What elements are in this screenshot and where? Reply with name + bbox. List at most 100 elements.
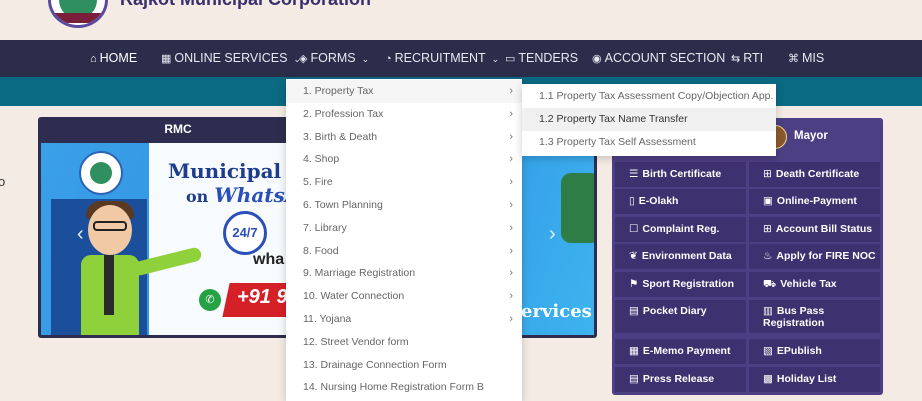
forms-menu-item-label: 14. Nursing Home Registration Form B	[303, 381, 484, 394]
nav-forms[interactable]: ◈ FORMS ⌄	[299, 40, 369, 77]
forms-menu-item[interactable]: 5. Fire ›	[286, 171, 522, 194]
forms-menu-item-label: 2. Profession Tax	[303, 107, 384, 120]
nav-mis[interactable]: ⌘ MIS	[788, 40, 824, 77]
forms-menu-item[interactable]: 1. Property Tax ›	[286, 80, 522, 103]
home-icon: ⌂	[90, 53, 97, 65]
forms-menu-item-label: 7. Library	[303, 221, 347, 234]
nav-tenders-label: TENDERS	[518, 51, 579, 65]
chevron-right-icon: ›	[509, 85, 513, 97]
nav-recruitment[interactable]: ◔ RECRUITMENT ⌄	[385, 40, 499, 77]
rmc-logo[interactable]	[48, 0, 108, 28]
chevron-right-icon: ›	[509, 221, 513, 234]
pocket-diary-button[interactable]: ▤ Pocket Diary	[615, 300, 746, 333]
clock-24-7-icon: 24/7	[223, 211, 267, 255]
banner-phone-number: +91 9	[237, 286, 288, 308]
property-tax-submenu: 1.1 Property Tax Assessment Copy/Objecti…	[522, 84, 776, 156]
slider-prev-arrow-icon[interactable]: ‹	[77, 223, 84, 246]
online-payment-button[interactable]: ▣ Online-Payment	[749, 189, 880, 214]
forms-menu-item[interactable]: 6. Town Planning ›	[286, 194, 522, 217]
chevron-right-icon: ›	[509, 153, 513, 166]
chevron-right-icon: ›	[509, 290, 513, 303]
environment-data-label: Environment Data	[641, 250, 732, 262]
banner-on-text: on	[186, 187, 209, 206]
chevron-right-icon: ›	[509, 130, 513, 143]
chevron-right-icon: ›	[509, 267, 513, 280]
forms-menu-item[interactable]: 14. Nursing Home Registration Form B	[286, 376, 522, 399]
rti-icon: ⇆	[731, 53, 741, 65]
holiday-list-button[interactable]: ▩ Holiday List	[749, 367, 880, 392]
forms-menu-item[interactable]: 9. Marriage Registration ›	[286, 262, 522, 285]
e-olakh-button[interactable]: ▯ E-Olakh	[615, 189, 746, 214]
nav-rti[interactable]: ⇆ RTI	[731, 40, 763, 77]
press-release-button[interactable]: ▤ Press Release	[615, 367, 746, 392]
chevron-right-icon: ›	[509, 176, 513, 189]
nav-home-label: HOME	[99, 51, 138, 65]
fire-noc-button[interactable]: ♨ Apply for FIRE NOC	[749, 244, 880, 269]
fire-noc-label: Apply for FIRE NOC	[776, 250, 876, 262]
chevron-right-icon: ›	[509, 313, 513, 325]
nav-home[interactable]: ⌂ HOME	[90, 40, 137, 77]
property-tax-submenu-item[interactable]: 1.2 Property Tax Name Transfer	[522, 108, 776, 131]
forms-menu-item[interactable]: 10. Water Connection ›	[286, 285, 522, 308]
death-certificate-button[interactable]: ⊞ Death Certificate	[749, 162, 880, 187]
nav-tenders[interactable]: ▭ TENDERS	[505, 40, 578, 77]
e-olakh-label: E-Olakh	[638, 195, 679, 207]
banner-wha-text: wha	[253, 251, 285, 268]
whatsapp-icon: ✆	[199, 289, 221, 311]
org-title: Rajkot Municipal Corporation	[120, 0, 371, 10]
forms-menu-item-label: 10. Water Connection	[303, 290, 405, 303]
account-icon: ◉	[592, 53, 602, 65]
nav-online-services-label: ONLINE SERVICES	[174, 51, 288, 65]
vehicle-tax-button[interactable]: ⛟ Vehicle Tax	[749, 272, 880, 297]
forms-menu-item-label: 12. Street Vendor form	[303, 335, 409, 348]
book-icon: ▤	[629, 305, 639, 317]
property-tax-submenu-item[interactable]: 1.3 Property Tax Self Assessment	[522, 131, 776, 154]
account-bill-status-button[interactable]: ⊞ Account Bill Status	[749, 217, 880, 242]
memo-icon: ▦	[629, 345, 639, 357]
fire-icon: ♨	[763, 250, 773, 262]
chevron-right-icon: ›	[509, 244, 513, 257]
grid-icon: ⊞	[763, 168, 772, 180]
sport-registration-button[interactable]: ⚑ Sport Registration	[615, 272, 746, 297]
bus-pass-registration-button[interactable]: ▥ Bus Pass Registration	[749, 300, 880, 333]
property-tax-submenu-item[interactable]: 1.1 Property Tax Assessment Copy/Objecti…	[522, 85, 776, 108]
forms-menu-item[interactable]: 12. Street Vendor form	[286, 331, 522, 354]
nav-account-section[interactable]: ◉ ACCOUNT SECTION	[592, 40, 725, 77]
forms-menu-item[interactable]: 3. Birth & Death ›	[286, 126, 522, 149]
forms-menu-item[interactable]: 7. Library ›	[286, 217, 522, 240]
epublish-button[interactable]: ▧ EPublish	[749, 339, 880, 364]
complaint-reg-button[interactable]: ☐ Complaint Reg.	[615, 217, 746, 242]
online-payment-label: Online-Payment	[776, 195, 857, 207]
forms-menu-item[interactable]: 13. Drainage Connection Form	[286, 354, 522, 377]
e-memo-payment-label: E-Memo Payment	[642, 345, 731, 357]
pocket-diary-label: Pocket Diary	[642, 305, 707, 317]
banner-whatsapp-line: on WhatsA	[186, 183, 300, 207]
nav-online-services[interactable]: ▦ ONLINE SERVICES ⌄	[161, 40, 301, 77]
chevron-right-icon: ›	[509, 107, 513, 120]
birth-certificate-button[interactable]: ☰ Birth Certificate	[615, 162, 746, 187]
recruitment-icon: ◔	[385, 53, 392, 65]
forms-menu-item[interactable]: 11. Yojana ›	[286, 308, 522, 331]
press-release-label: Press Release	[642, 373, 715, 385]
forms-menu-item[interactable]: 4. Shop ›	[286, 148, 522, 171]
chevron-down-icon: ⌄	[361, 54, 370, 64]
environment-data-button[interactable]: ❦ Environment Data	[615, 244, 746, 269]
death-certificate-label: Death Certificate	[775, 168, 860, 180]
main-navbar: ⌂ HOME ▦ ONLINE SERVICES ⌄ ◈ FORMS ⌄ ◔ RECRUIT…	[0, 40, 922, 77]
vehicle-tax-label: Vehicle Tax	[780, 278, 837, 290]
e-memo-payment-button[interactable]: ▦ E-Memo Payment	[615, 339, 746, 364]
mayor-link[interactable]: Mayor	[760, 121, 880, 151]
rmc-card-title: RMC	[164, 122, 192, 136]
slider-next-arrow-icon[interactable]: ›	[549, 223, 556, 246]
forms-menu-item[interactable]: 8. Food ›	[286, 240, 522, 263]
edge-text: o	[0, 174, 6, 189]
forms-menu-item[interactable]: 2. Profession Tax ›	[286, 103, 522, 126]
calendar-icon: ▭	[505, 53, 516, 65]
nav-forms-label: FORMS	[310, 51, 356, 65]
command-icon: ⌘	[788, 53, 799, 65]
epublish-label: EPublish	[776, 345, 822, 357]
forms-menu-item-label: 4. Shop	[303, 153, 340, 166]
birth-certificate-label: Birth Certificate	[642, 168, 722, 180]
leaf-icon: ❦	[629, 250, 638, 262]
press-icon: ▤	[629, 373, 639, 385]
